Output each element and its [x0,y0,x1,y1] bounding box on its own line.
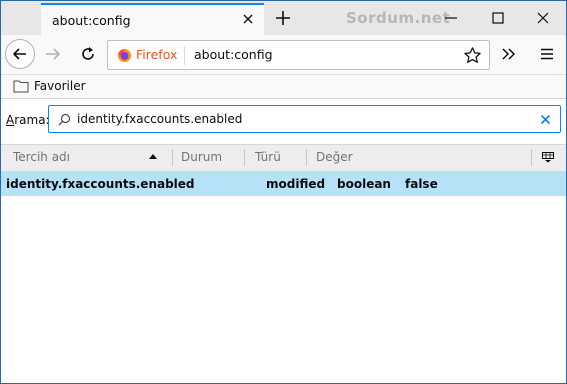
sort-ascending-icon [149,154,157,159]
column-picker-icon[interactable] [542,152,554,163]
url-text[interactable]: about:config [194,47,273,62]
firefox-logo-icon [117,48,132,63]
address-bar[interactable]: Firefox about:config [107,40,490,70]
url-separator [184,46,185,65]
navigation-toolbar: Firefox about:config [1,35,566,75]
search-label: Arama: [6,113,50,127]
column-header-status[interactable]: Durum [181,150,222,164]
column-header-value[interactable]: Değer [316,150,353,164]
column-header-name[interactable]: Tercih adı [13,150,70,164]
pref-status-cell: modified [266,177,326,191]
browser-window: about:config Sordum.net Firefox about:co… [0,0,567,384]
pref-type-cell: boolean [337,177,391,191]
pref-value-cell: false [405,177,438,191]
reload-icon[interactable] [79,45,97,63]
close-icon[interactable] [240,11,256,27]
table-header: Tercih adı Durum Türü Değer [1,144,566,172]
column-separator[interactable] [172,149,173,166]
column-header-type[interactable]: Türü [255,150,281,164]
watermark: Sordum.net [346,9,451,27]
bookmark-favoriler[interactable]: Favoriler [34,79,86,93]
identity-label: Firefox [136,47,178,62]
forward-arrow-icon[interactable] [44,45,62,63]
search-input[interactable] [77,110,527,128]
back-button[interactable] [5,39,35,69]
pref-name-cell: identity.fxaccounts.enabled [6,177,195,191]
back-arrow-icon [13,48,26,60]
star-icon[interactable] [463,46,482,65]
column-separator[interactable] [244,149,245,166]
plus-icon[interactable] [273,8,293,28]
tab-title: about:config [52,13,131,28]
folder-icon [13,80,29,93]
hamburger-menu-icon[interactable] [538,45,556,63]
tab-strip: about:config Sordum.net [1,1,566,35]
column-separator[interactable] [531,149,532,166]
maximize-icon[interactable] [489,9,507,27]
search-box[interactable] [48,105,561,133]
column-separator[interactable] [306,149,307,166]
minimize-icon[interactable] [442,9,460,27]
overflow-icon[interactable] [500,45,518,63]
tab-about-config[interactable]: about:config [41,3,264,35]
bookmarks-toolbar: Favoriler [1,75,566,99]
window-close-icon[interactable] [534,9,552,27]
table-row[interactable]: identity.fxaccounts.enabled modified boo… [1,172,566,196]
clear-icon[interactable] [540,114,551,125]
search-icon [58,113,71,126]
